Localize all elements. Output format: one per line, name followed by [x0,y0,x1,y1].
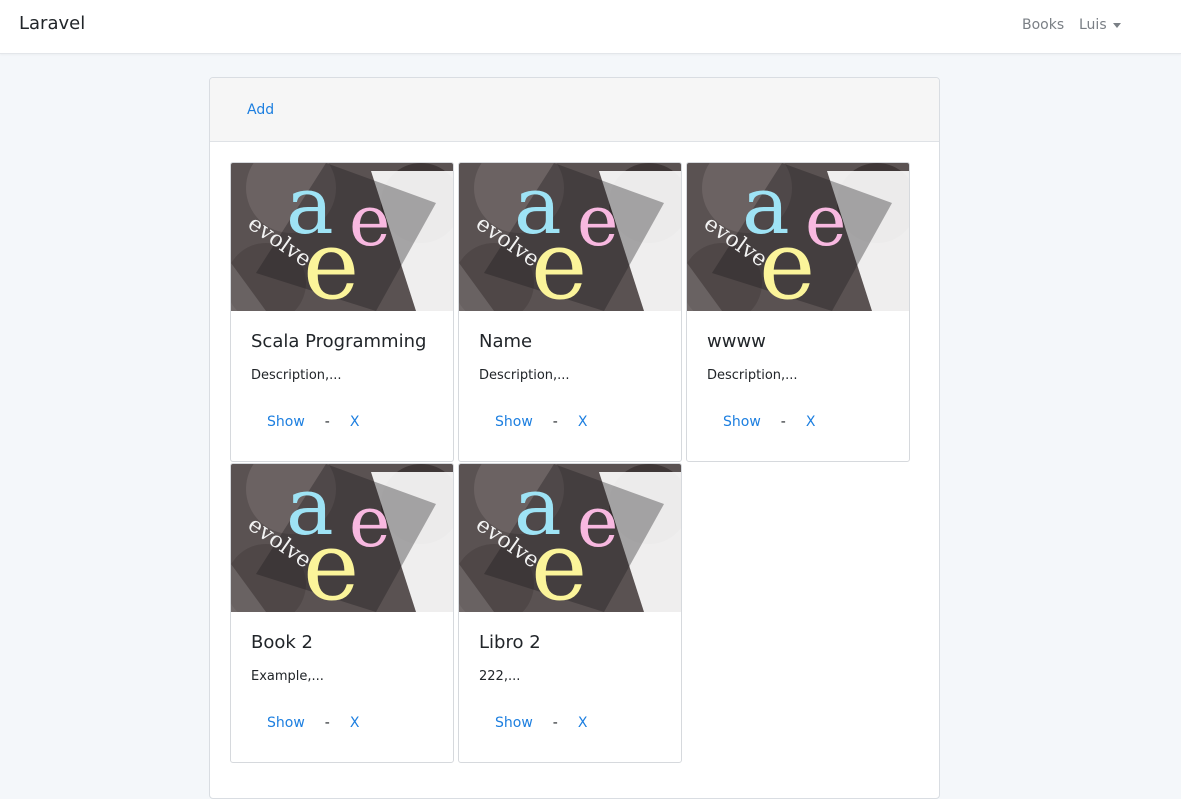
book-card: evolve a e e wwww Description,... Show -… [686,162,910,462]
delete-book-link[interactable]: X [578,414,588,430]
show-book-link[interactable]: Show [267,715,305,731]
card-actions: Show - X [723,414,815,430]
book-card: evolve a e e Name Description,... Show -… [458,162,682,462]
user-name: Luis [1079,17,1107,33]
book-description: 222,... [479,669,521,684]
show-book-link[interactable]: Show [267,414,305,430]
book-cover-image: evolve a e e [459,464,681,612]
delete-book-link[interactable]: X [350,414,360,430]
delete-book-link[interactable]: X [806,414,816,430]
cover-letter-e-yellow: e [303,512,359,612]
user-dropdown[interactable]: Luis [1079,17,1121,33]
caret-down-icon [1112,22,1121,28]
book-cover-image: evolve a e e [231,163,453,311]
show-book-link[interactable]: Show [495,715,533,731]
cover-letter-e-yellow: e [759,211,815,311]
book-title: Book 2 [251,632,313,653]
action-separator: - [324,715,330,731]
top-navbar: Laravel Books Luis [0,0,1181,54]
cover-letter-e-yellow: e [531,211,587,311]
delete-book-link[interactable]: X [350,715,360,731]
book-card: evolve a e e Scala Programming Descripti… [230,162,454,462]
card-actions: Show - X [495,414,587,430]
books-panel: Add evolve a e e Scala Programming Descr… [209,77,940,799]
show-book-link[interactable]: Show [723,414,761,430]
action-separator: - [552,414,558,430]
book-title: Scala Programming [251,331,427,352]
panel-header: Add [210,78,939,142]
card-actions: Show - X [267,715,359,731]
book-description: Example,... [251,669,324,684]
book-description: Description,... [251,368,342,383]
book-title: wwww [707,331,766,352]
cover-letter-e-yellow: e [531,512,587,612]
delete-book-link[interactable]: X [578,715,588,731]
book-title: Name [479,331,533,352]
brand-link[interactable]: Laravel [19,13,85,34]
book-card: evolve a e e Libro 2 222,... Show - X [458,463,682,763]
book-cover-image: evolve a e e [459,163,681,311]
action-separator: - [780,414,786,430]
book-title: Libro 2 [479,632,541,653]
book-description: Description,... [479,368,570,383]
book-cover-image: evolve a e e [231,464,453,612]
action-separator: - [324,414,330,430]
card-actions: Show - X [267,414,359,430]
card-actions: Show - X [495,715,587,731]
book-cover-image: evolve a e e [687,163,909,311]
book-card: evolve a e e Book 2 Example,... Show - X [230,463,454,763]
add-book-link[interactable]: Add [247,102,274,118]
show-book-link[interactable]: Show [495,414,533,430]
book-description: Description,... [707,368,798,383]
cover-letter-e-yellow: e [303,211,359,311]
nav-books-link[interactable]: Books [1022,17,1064,33]
action-separator: - [552,715,558,731]
